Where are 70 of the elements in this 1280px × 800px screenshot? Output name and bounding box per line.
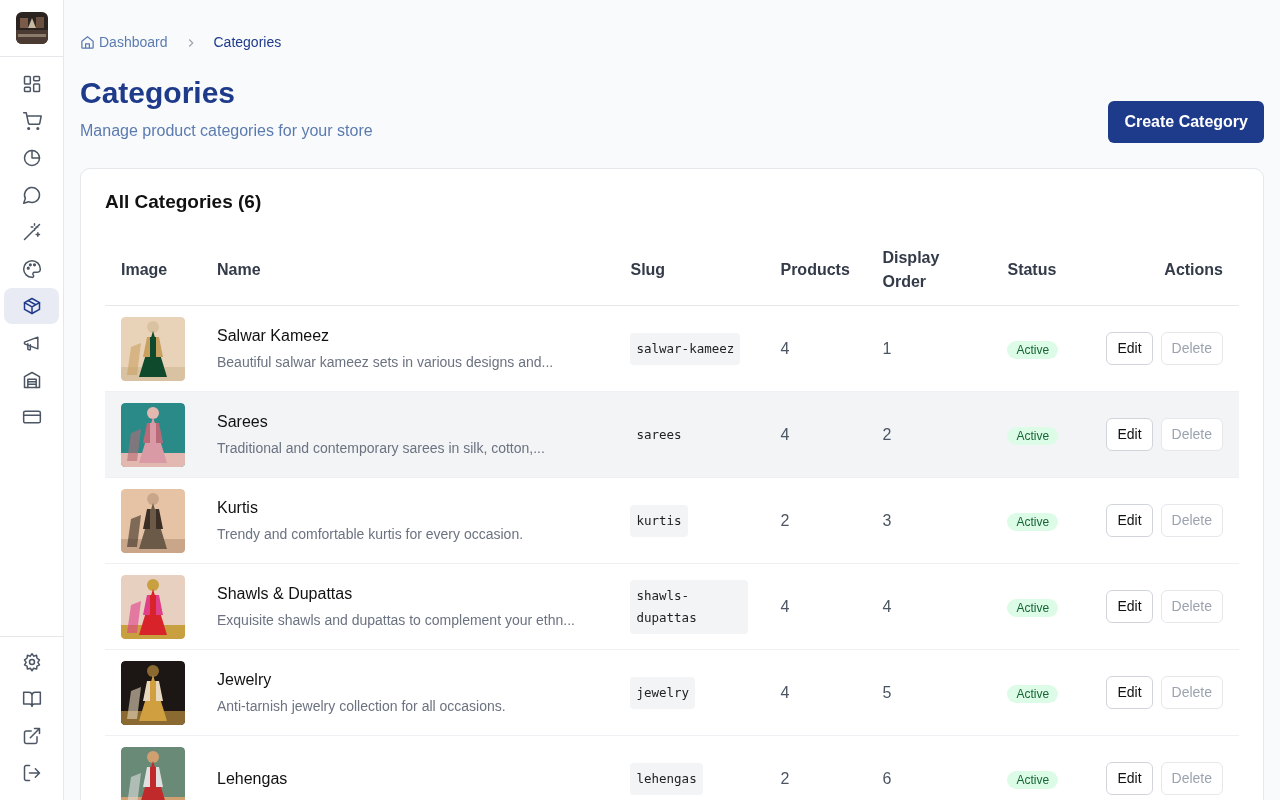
display-order: 2 [882, 425, 892, 443]
edit-button[interactable]: Edit [1106, 504, 1153, 538]
slug-text: salwar-kameez [630, 332, 741, 365]
product-count: 4 [780, 683, 790, 701]
create-category-button[interactable]: Create Category [1108, 101, 1264, 143]
category-name: Jewelry [217, 670, 273, 691]
category-description: Traditional and contemporary sarees in silk, cotton,... [217, 439, 546, 459]
category-description: Anti-tarnish jewelry collection for all occasions. [217, 697, 507, 717]
edit-button[interactable]: Edit [1106, 418, 1153, 452]
column-header: Name [217, 260, 261, 278]
page-title: Categories [80, 75, 237, 111]
display-order: 1 [882, 339, 892, 357]
category-description: Beautiful salwar kameez sets in various designs and... [217, 353, 555, 373]
category-name: Shawls & Dupattas [217, 584, 354, 605]
column-header: Actions [1164, 260, 1223, 278]
product-count: 2 [780, 511, 790, 529]
column-header: Image [121, 260, 168, 278]
slug-text: jewelry [630, 676, 696, 709]
edit-button[interactable]: Edit [1106, 332, 1153, 366]
external-link-icon[interactable] [21, 726, 42, 746]
breadcrumb-link[interactable]: Dashboard [99, 32, 168, 53]
slug-text: shawls-dupattas [630, 579, 749, 634]
display-order: 5 [882, 683, 892, 701]
display-order: 4 [882, 597, 892, 615]
column-header: Display Order [882, 248, 940, 290]
slug-text: kurtis [630, 504, 688, 537]
product-count: 2 [780, 769, 790, 787]
column-header: Slug [630, 260, 666, 278]
category-name: Salwar Kameez [217, 326, 331, 347]
edit-button[interactable]: Edit [1106, 590, 1153, 624]
home-icon [80, 35, 95, 50]
product-count: 4 [780, 339, 790, 357]
credit-card-icon [21, 407, 42, 427]
cart-icon [21, 111, 42, 131]
breadcrumb-current: Categories [213, 33, 282, 52]
slug-text: sarees [630, 418, 688, 451]
edit-button[interactable]: Edit [1106, 762, 1153, 796]
megaphone-icon [21, 333, 42, 353]
pie-chart-icon [21, 148, 42, 168]
column-header: Products [780, 260, 850, 278]
display-order: 3 [882, 511, 892, 529]
product-count: 4 [780, 425, 790, 443]
category-description: Trendy and comfortable kurtis for every occasion. [217, 525, 525, 545]
box-icon [21, 296, 42, 316]
category-name: Lehengas [217, 768, 289, 789]
status-badge: Active [1007, 598, 1059, 617]
product-count: 4 [780, 597, 790, 615]
settings-icon[interactable] [21, 652, 42, 672]
chat-bubble-icon [21, 185, 42, 205]
status-badge: Active [1007, 512, 1059, 531]
warehouse-icon [21, 370, 42, 390]
category-description: Exquisite shawls and dupattas to complement your ethn... [217, 611, 576, 631]
book-icon[interactable] [21, 689, 42, 709]
palette-icon [21, 259, 42, 279]
logout-icon[interactable] [21, 763, 42, 783]
page-subtitle: Manage product categories for your store [80, 121, 373, 141]
sidebar-item[interactable] [4, 288, 59, 324]
slug-text: lehengas [630, 762, 703, 795]
status-badge: Active [1007, 340, 1059, 359]
edit-button[interactable]: Edit [1106, 676, 1153, 710]
column-header: Status [1007, 260, 1057, 278]
display-order: 6 [882, 769, 892, 787]
category-name: Sarees [217, 412, 269, 433]
status-badge: Active [1007, 770, 1059, 789]
status-badge: Active [1007, 684, 1059, 703]
grid-icon [21, 74, 42, 94]
card-title: All Categories (6) [105, 191, 263, 214]
status-badge: Active [1007, 426, 1059, 445]
category-name: Kurtis [217, 498, 259, 519]
magic-wand-icon [21, 222, 42, 242]
